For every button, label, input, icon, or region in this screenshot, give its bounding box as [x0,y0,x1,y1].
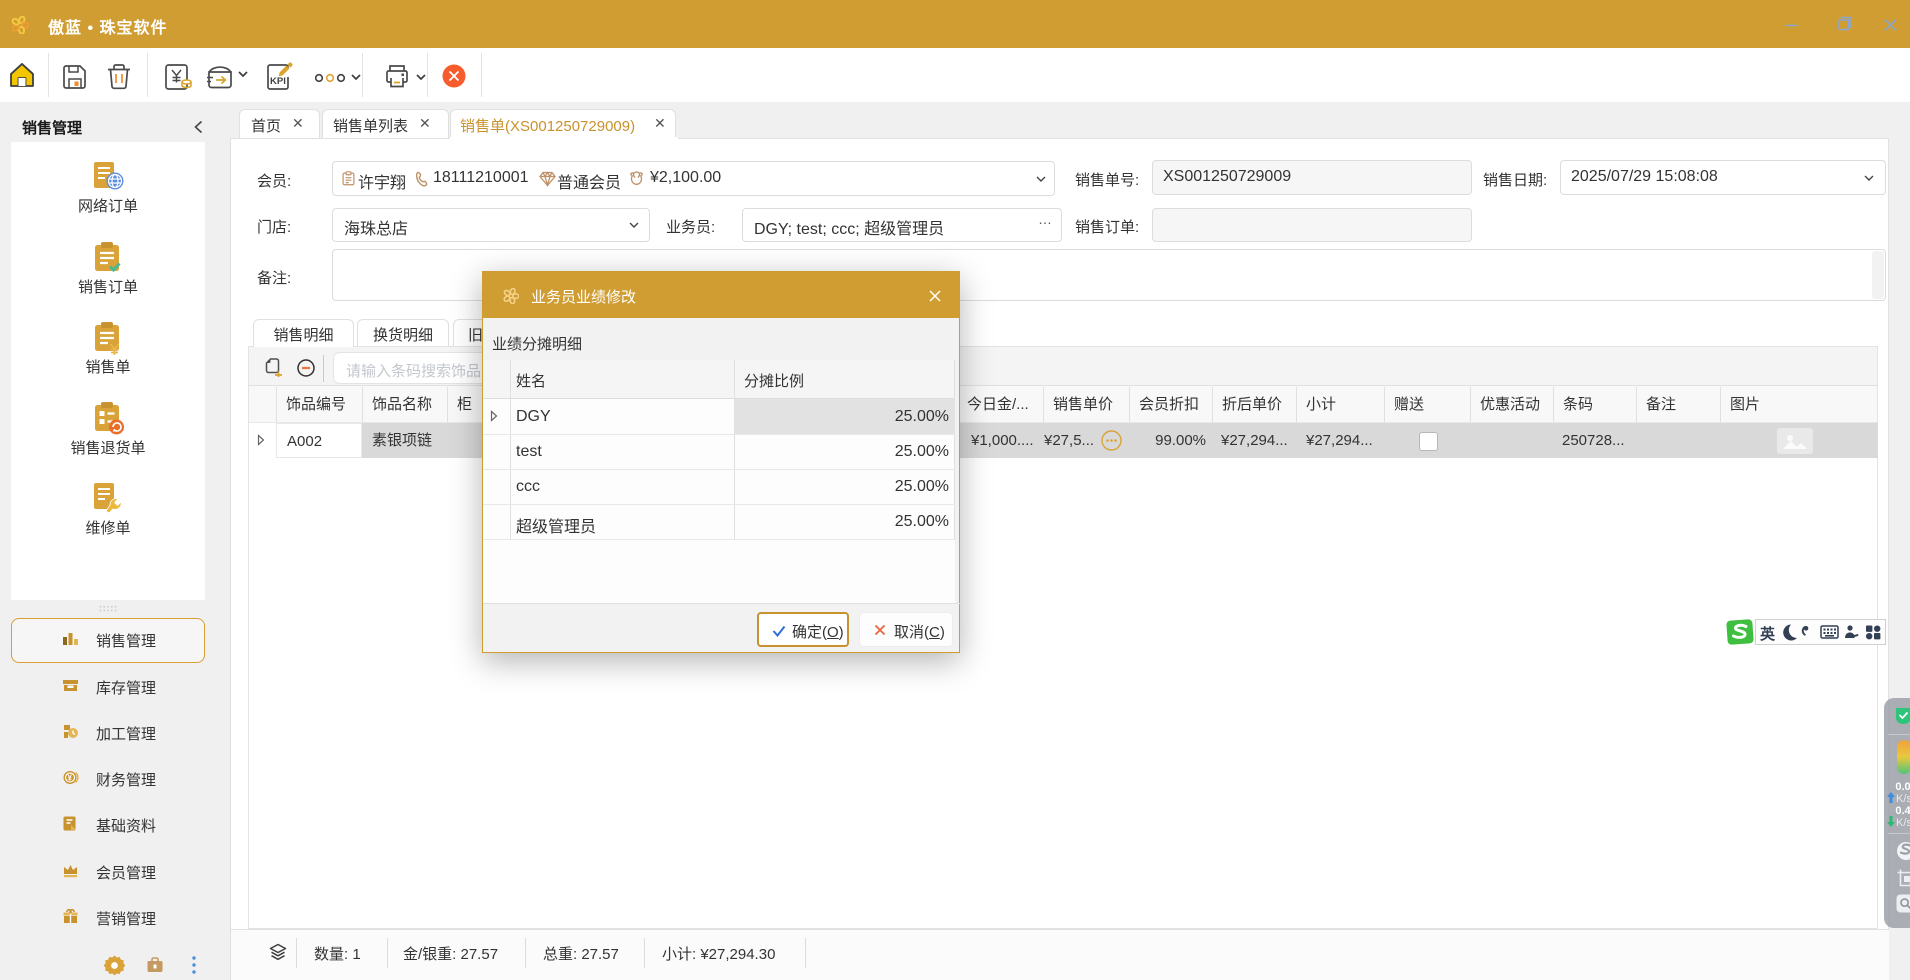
svg-text:¥: ¥ [68,774,73,783]
svg-text:KPI: KPI [270,76,286,87]
